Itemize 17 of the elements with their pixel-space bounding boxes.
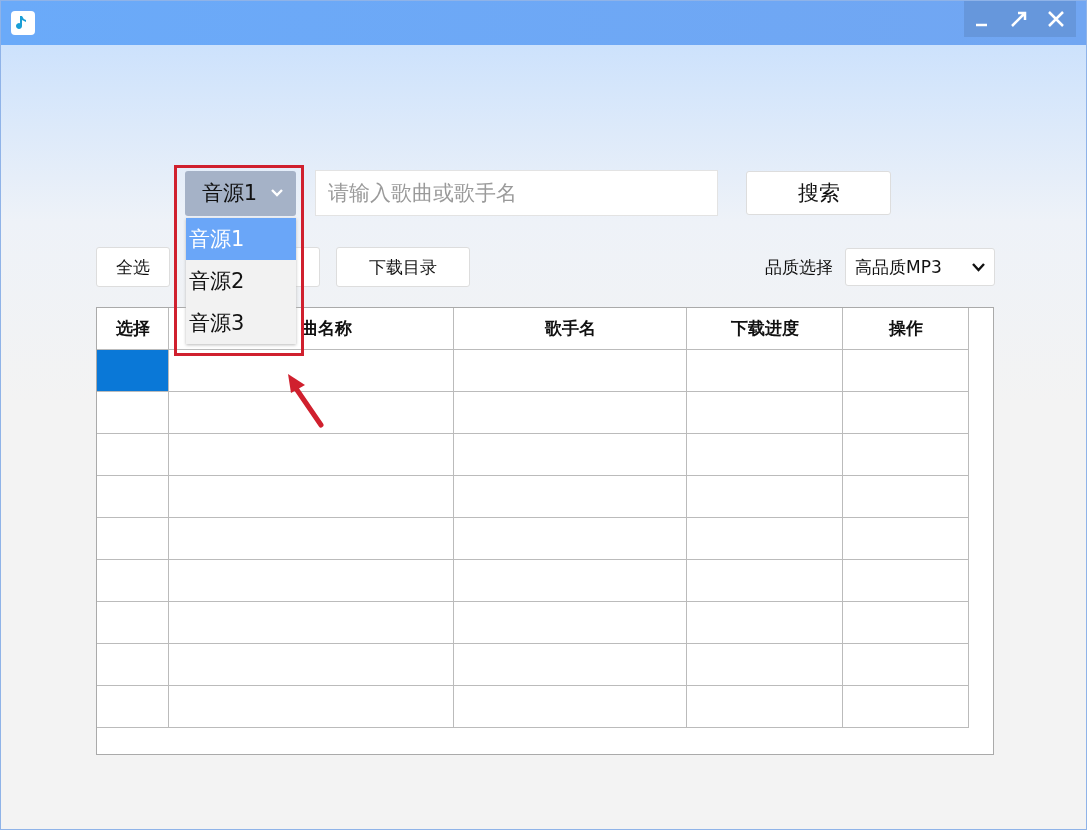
search-button[interactable]: 搜索	[746, 171, 891, 215]
download-folder-button[interactable]: 下载目录	[336, 247, 470, 287]
music-note-icon	[11, 11, 35, 35]
maximize-icon[interactable]	[1009, 9, 1029, 29]
source-dropdown[interactable]: 音源1	[185, 170, 296, 216]
search-field[interactable]: 请输入歌曲或歌手名	[315, 170, 718, 216]
column-header: 下载进度	[687, 308, 843, 350]
quality-dropdown[interactable]: 高品质MP3	[845, 248, 995, 286]
chevron-down-icon	[972, 262, 985, 272]
close-icon[interactable]	[1046, 9, 1066, 29]
chevron-down-icon	[271, 189, 284, 197]
column-header: 操作	[843, 308, 969, 350]
column-header: 歌手名	[454, 308, 687, 350]
select-all-button[interactable]: 全选	[96, 247, 170, 287]
quality-label: 品质选择	[765, 255, 833, 279]
dropdown-option[interactable]: 音源2	[186, 260, 296, 302]
annotation-arrow	[285, 371, 325, 429]
